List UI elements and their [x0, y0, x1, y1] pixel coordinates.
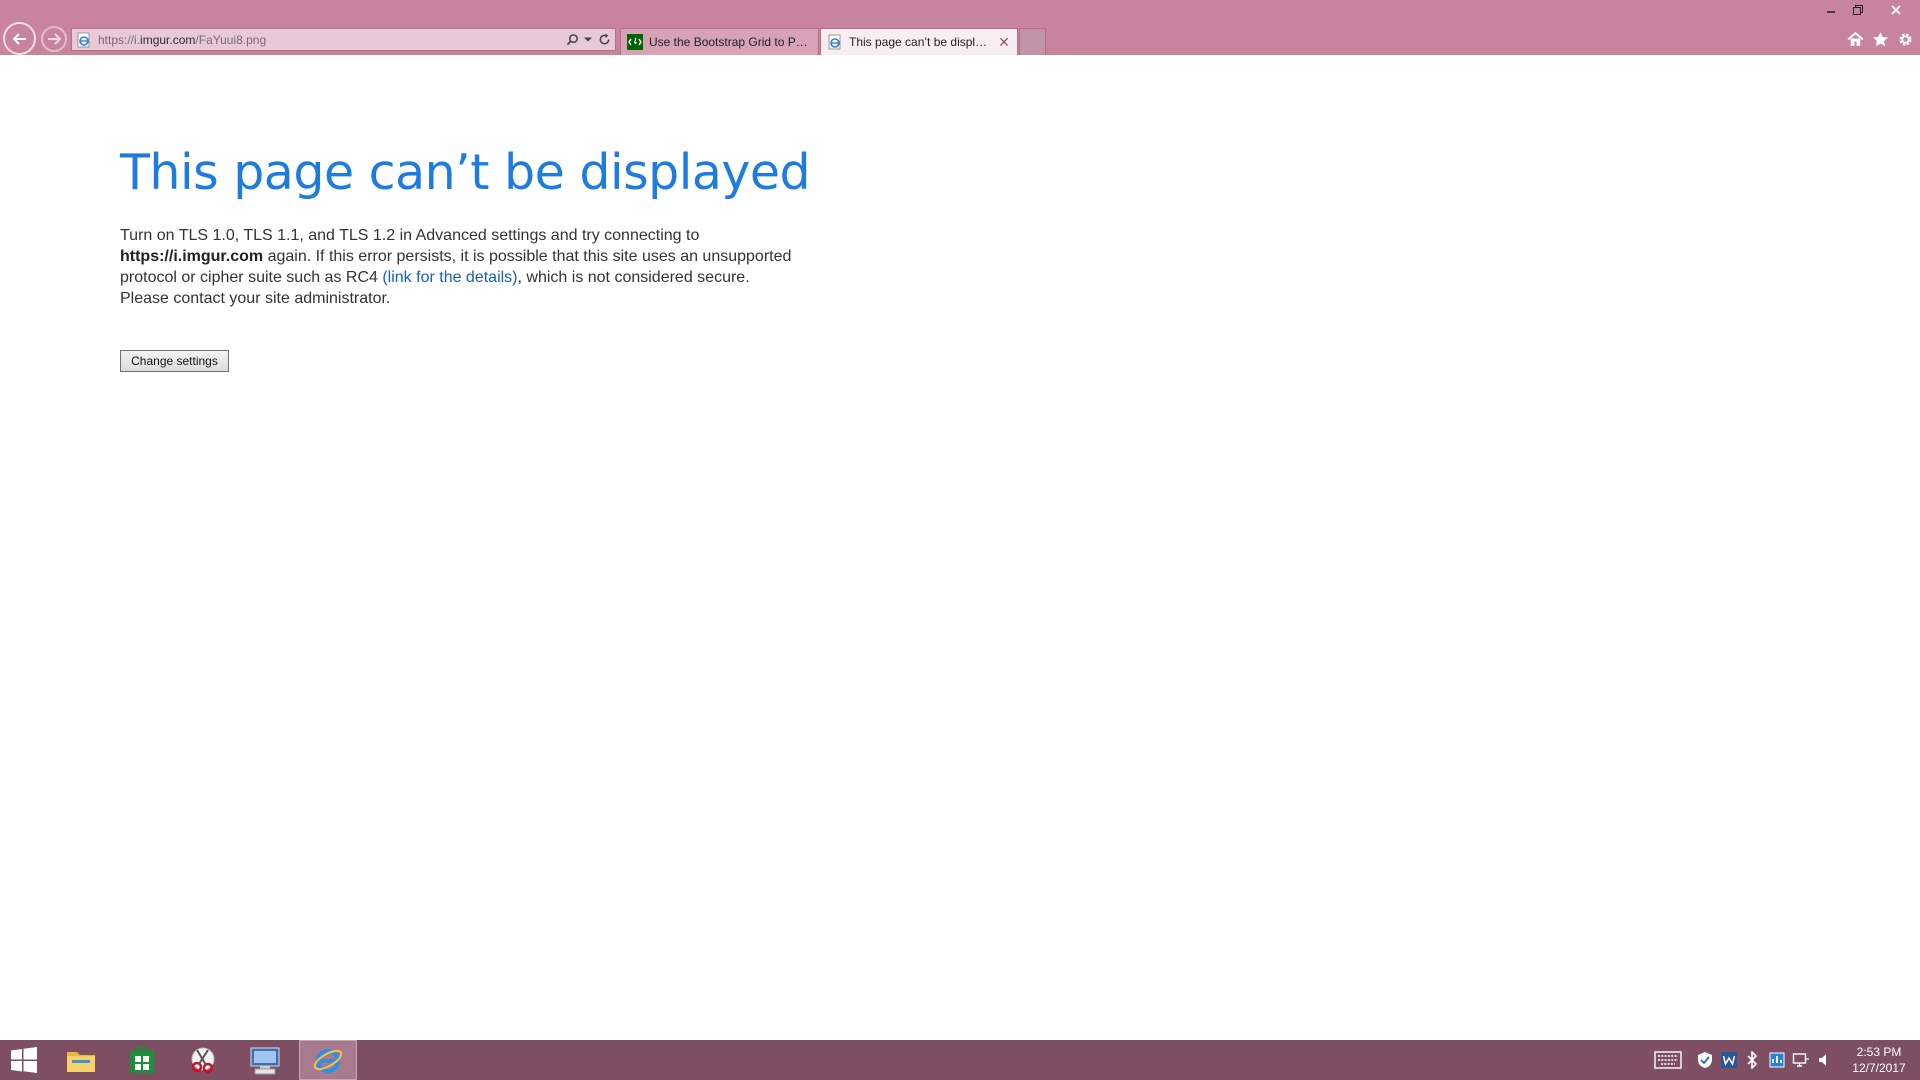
tab-error-page[interactable]: This page can’t be displayed ✕	[820, 28, 1018, 55]
freecodecamp-icon	[627, 34, 643, 50]
site-address: https://i.imgur.com	[120, 248, 264, 265]
bluetooth-tray-button[interactable]	[1743, 1040, 1761, 1080]
volume-icon	[1819, 1054, 1826, 1066]
clock-time: 2:53 PM	[1856, 1045, 1902, 1059]
search-icon	[566, 34, 578, 46]
snipping-tool-icon	[191, 1047, 215, 1074]
system-clock[interactable]: 2:53 PM 12/7/2017	[1838, 1044, 1920, 1076]
network-icon	[1769, 1052, 1785, 1068]
close-icon	[1891, 5, 1901, 15]
minimize-icon	[1827, 11, 1835, 13]
network-tray-button[interactable]	[1767, 1040, 1787, 1080]
internet-explorer-icon	[313, 1049, 343, 1073]
ie-page-icon	[828, 34, 841, 50]
defender-icon	[1698, 1052, 1712, 1068]
star-icon	[1872, 31, 1888, 46]
back-arrow-icon	[12, 32, 26, 45]
keyboard-icon	[1654, 1051, 1682, 1069]
browser-chrome: https://i.imgur.com/FaYuui8.png Use the …	[0, 0, 1920, 55]
defender-tray-button[interactable]	[1695, 1040, 1715, 1080]
change-settings-button[interactable]: Change settings	[120, 350, 229, 372]
gear-icon	[1898, 32, 1912, 46]
refresh-icon	[599, 33, 609, 45]
chevron-down-icon	[584, 37, 592, 42]
forward-arrow-icon	[48, 33, 62, 45]
touch-keyboard-button[interactable]	[1652, 1040, 1684, 1080]
file-explorer-button[interactable]	[52, 1040, 110, 1080]
snipping-tool-button[interactable]	[174, 1040, 232, 1080]
error-page-content: This page can’t be displayed Turn on TLS…	[120, 140, 820, 372]
forward-button[interactable]	[41, 26, 67, 52]
search-button[interactable]	[564, 31, 580, 49]
tab-bootstrap[interactable]: Use the Bootstrap Grid to Put E...	[620, 28, 819, 55]
page-title: This page can’t be displayed	[120, 144, 811, 201]
monitor-icon	[1792, 1053, 1809, 1067]
close-window-button[interactable]	[1876, 0, 1916, 20]
home-button[interactable]	[1843, 28, 1867, 50]
store-icon	[130, 1046, 154, 1073]
remote-desktop-button[interactable]	[236, 1040, 294, 1080]
home-icon	[1846, 31, 1864, 46]
details-link[interactable]: (link for the details)	[382, 269, 517, 286]
address-url[interactable]: https://i.imgur.com/FaYuui8.png	[98, 33, 564, 47]
start-button[interactable]	[0, 1040, 48, 1080]
favorites-button[interactable]	[1868, 28, 1892, 50]
address-bar[interactable]: https://i.imgur.com/FaYuui8.png	[71, 28, 616, 51]
display-tray-button[interactable]	[1791, 1040, 1811, 1080]
taskbar	[0, 1040, 1920, 1080]
tools-button[interactable]	[1893, 28, 1917, 50]
ie-page-icon	[77, 32, 90, 47]
minimize-button[interactable]	[1818, 0, 1844, 20]
new-tab-button[interactable]	[1019, 28, 1046, 55]
start-icon	[11, 1047, 37, 1073]
error-description: Turn on TLS 1.0, TLS 1.1, and TLS 1.2 in…	[120, 227, 792, 307]
remote-desktop-icon	[250, 1047, 280, 1075]
tab-title: This page can’t be displayed	[849, 35, 991, 49]
file-explorer-icon	[67, 1052, 95, 1072]
w-app-tray-button[interactable]	[1719, 1040, 1739, 1080]
tab-title: Use the Bootstrap Grid to Put E...	[649, 35, 812, 49]
restore-button[interactable]	[1845, 0, 1871, 20]
bluetooth-icon	[1747, 1051, 1758, 1069]
w-app-icon	[1721, 1052, 1737, 1068]
internet-explorer-button[interactable]	[299, 1040, 357, 1080]
back-button[interactable]	[3, 22, 36, 55]
close-tab-icon[interactable]: ✕	[997, 35, 1011, 49]
store-button[interactable]	[113, 1040, 171, 1080]
clock-date: 12/7/2017	[1852, 1061, 1906, 1075]
volume-tray-button[interactable]	[1815, 1040, 1835, 1080]
restore-icon	[1853, 5, 1863, 15]
refresh-button[interactable]	[596, 31, 612, 49]
address-dropdown-button[interactable]	[583, 31, 593, 49]
